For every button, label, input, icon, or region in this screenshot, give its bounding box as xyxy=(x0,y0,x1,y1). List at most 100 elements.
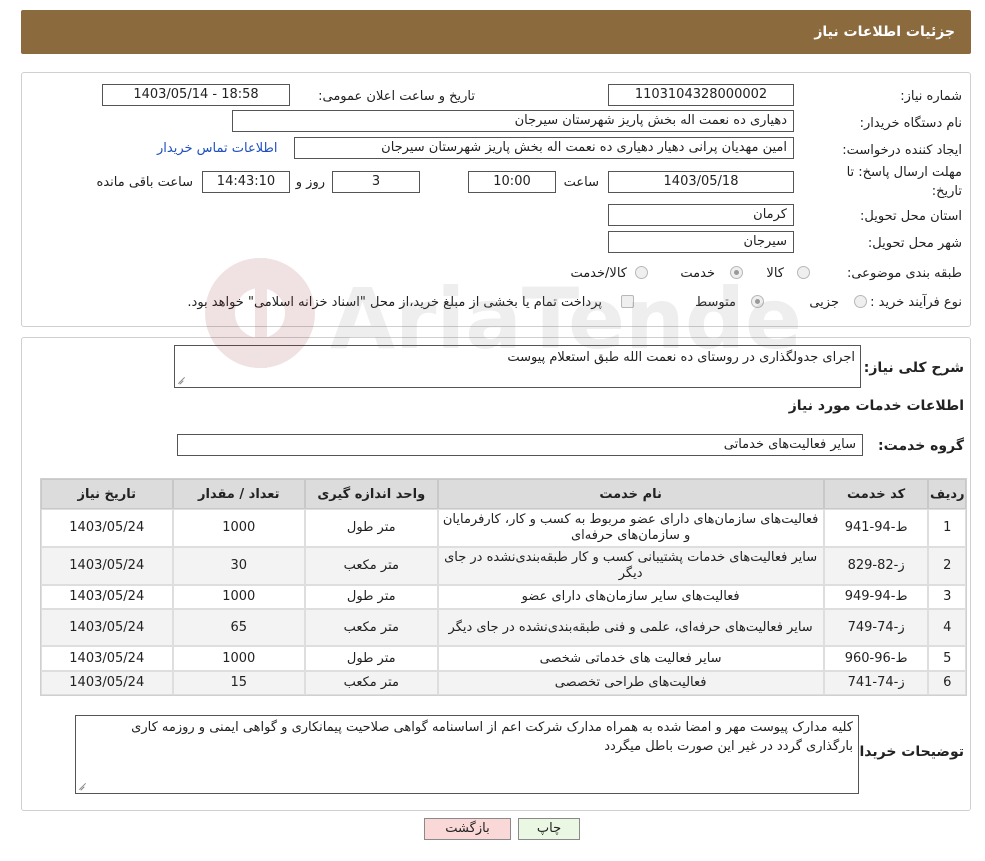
category-goods-label: کالا xyxy=(766,266,784,281)
resize-grip-icon[interactable] xyxy=(177,376,186,385)
process-medium-label: متوسط xyxy=(695,295,736,310)
service-code-cell: ط-96-960 xyxy=(823,646,929,671)
col-header-row-number: ردیف xyxy=(928,479,966,509)
deadline-label-line1: مهلت ارسال پاسخ: تا xyxy=(846,165,962,180)
row-number-cell: 3 xyxy=(928,585,966,609)
need-date-cell: 1403/05/24 xyxy=(41,585,173,609)
announce-datetime-label: تاریخ و ساعت اعلان عمومی: xyxy=(318,89,475,104)
buyer-contact-link[interactable]: اطلاعات تماس خریدار xyxy=(157,141,277,156)
need-number-field: 1103104328000002 xyxy=(608,84,794,106)
deadline-time-field: 10:00 xyxy=(468,171,556,193)
days-remaining-field: 3 xyxy=(332,171,420,193)
need-date-cell: 1403/05/24 xyxy=(41,547,173,585)
services-section-title: اطلاعات خدمات مورد نیاز xyxy=(788,398,964,414)
buyer-org-field: دهیاری ده نعمت اله بخش پاریز شهرستان سیر… xyxy=(232,110,794,132)
col-header-service-code: کد خدمت xyxy=(823,479,929,509)
process-type-label: نوع فرآیند خرید : xyxy=(870,295,962,310)
service-name-cell: فعالیت‌های طراحی تخصصی xyxy=(437,671,824,695)
requester-label: ایجاد کننده درخواست: xyxy=(842,143,962,158)
category-service-radio[interactable] xyxy=(730,266,743,279)
table-row: 5 ط-96-960 سایر فعالیت های خدماتی شخصی متر … xyxy=(41,646,966,671)
treasury-payment-checkbox[interactable] xyxy=(621,295,634,308)
remaining-time-field: 14:43:10 xyxy=(202,171,290,193)
unit-cell: متر طول xyxy=(305,509,438,547)
row-number-cell: 2 xyxy=(928,547,966,585)
summary-label: شرح کلی نیاز: xyxy=(863,360,964,376)
col-header-service-name: نام خدمت xyxy=(437,479,824,509)
page-title: جزئیات اطلاعات نیاز xyxy=(814,24,955,40)
category-goods-radio[interactable] xyxy=(797,266,810,279)
deadline-time-label: ساعت xyxy=(563,175,599,190)
city-label: شهر محل تحویل: xyxy=(867,236,962,251)
table-row: 6 ز-74-741 فعالیت‌های طراحی تخصصی متر مکعب 1… xyxy=(41,671,966,695)
quantity-cell: 1000 xyxy=(172,646,306,671)
days-label: روز و xyxy=(295,175,325,190)
need-date-cell: 1403/05/24 xyxy=(41,609,173,646)
city-field: سیرجان xyxy=(608,231,794,253)
deadline-label-line2: تاریخ: xyxy=(931,184,962,199)
quantity-cell: 30 xyxy=(172,547,306,585)
quantity-cell: 15 xyxy=(172,671,306,695)
row-number-cell: 4 xyxy=(928,609,966,646)
col-header-quantity: تعداد / مقدار xyxy=(172,479,306,509)
process-minor-radio[interactable] xyxy=(854,295,867,308)
buyer-notes-textarea[interactable]: کلیه مدارک پیوست مهر و امضا شده به همراه… xyxy=(75,715,859,794)
buyer-notes-text: کلیه مدارک پیوست مهر و امضا شده به همراه… xyxy=(131,720,853,754)
services-table: ردیف کد خدمت نام خدمت واحد اندازه گیری ت… xyxy=(40,478,967,696)
unit-cell: متر طول xyxy=(305,585,438,609)
resize-grip-icon[interactable] xyxy=(78,782,87,791)
buyer-org-label: نام دستگاه خریدار: xyxy=(859,116,962,131)
service-name-cell: سایر فعالیت های خدماتی شخصی xyxy=(437,646,824,671)
quantity-cell: 65 xyxy=(172,609,306,646)
row-number-cell: 5 xyxy=(928,646,966,671)
requester-field: امین مهدیان پرانی دهیار دهیاری ده نعمت ا… xyxy=(294,137,794,159)
page-header: جزئیات اطلاعات نیاز xyxy=(21,10,971,54)
back-button[interactable]: بازگشت xyxy=(424,818,511,840)
table-row: 2 ز-82-829 سایر فعالیت‌های خدمات پشتیبانی … xyxy=(41,547,966,585)
need-info-panel: شماره نیاز: 1103104328000002 تاریخ و ساع… xyxy=(21,72,971,327)
category-goods-service-label: کالا/خدمت xyxy=(570,266,627,281)
service-code-cell: ط-94-941 xyxy=(823,509,929,547)
row-number-cell: 1 xyxy=(928,509,966,547)
service-code-cell: ط-94-949 xyxy=(823,585,929,609)
category-label: طبقه بندی موضوعی: xyxy=(846,266,962,281)
need-date-cell: 1403/05/24 xyxy=(41,671,173,695)
summary-text: اجرای جدولگذاری در روستای ده نعمت الله ط… xyxy=(507,350,855,365)
treasury-payment-note: پرداخت تمام یا بخشی از مبلغ خرید،از محل … xyxy=(187,295,602,310)
quantity-cell: 1000 xyxy=(172,585,306,609)
col-header-need-date: تاریخ نیاز xyxy=(41,479,173,509)
deadline-date-field: 1403/05/18 xyxy=(608,171,794,193)
service-group-field: سایر فعالیت‌های خدماتی xyxy=(177,434,863,456)
col-header-unit: واحد اندازه گیری xyxy=(305,479,438,509)
service-code-cell: ز-74-741 xyxy=(823,671,929,695)
table-header-row: ردیف کد خدمت نام خدمت واحد اندازه گیری ت… xyxy=(41,479,966,509)
service-name-cell: فعالیت‌های سازمان‌های دارای عضو مربوط به… xyxy=(437,509,824,547)
announce-datetime-field: 1403/05/14 - 18:58 xyxy=(102,84,290,106)
row-number-cell: 6 xyxy=(928,671,966,695)
unit-cell: متر مکعب xyxy=(305,609,438,646)
table-row: 3 ط-94-949 فعالیت‌های سایر سازمان‌های دارا… xyxy=(41,585,966,609)
service-name-cell: فعالیت‌های سایر سازمان‌های دارای عضو xyxy=(437,585,824,609)
need-details-panel: شرح کلی نیاز: اجرای جدولگذاری در روستای … xyxy=(21,337,971,811)
unit-cell: متر طول xyxy=(305,646,438,671)
unit-cell: متر مکعب xyxy=(305,671,438,695)
buyer-notes-label: توضیحات خریدار: xyxy=(845,744,964,760)
summary-textarea[interactable]: اجرای جدولگذاری در روستای ده نعمت الله ط… xyxy=(174,345,861,388)
category-goods-service-radio[interactable] xyxy=(635,266,648,279)
province-label: استان محل تحویل: xyxy=(860,209,962,224)
unit-cell: متر مکعب xyxy=(305,547,438,585)
need-date-cell: 1403/05/24 xyxy=(41,509,173,547)
service-code-cell: ز-82-829 xyxy=(823,547,929,585)
category-service-label: خدمت xyxy=(680,266,715,281)
quantity-cell: 1000 xyxy=(172,509,306,547)
process-minor-label: جزیی xyxy=(809,295,839,310)
service-code-cell: ز-74-749 xyxy=(823,609,929,646)
process-medium-radio[interactable] xyxy=(751,295,764,308)
table-row: 4 ز-74-749 سایر فعالیت‌های حرفه‌ای، علمی و… xyxy=(41,609,966,646)
table-row: 1 ط-94-941 فعالیت‌های سازمان‌های دارای عضو… xyxy=(41,509,966,547)
service-group-label: گروه خدمت: xyxy=(878,438,964,454)
need-date-cell: 1403/05/24 xyxy=(41,646,173,671)
print-button[interactable]: چاپ xyxy=(518,818,580,840)
service-name-cell: سایر فعالیت‌های خدمات پشتیبانی کسب و کار… xyxy=(437,547,824,585)
province-field: کرمان xyxy=(608,204,794,226)
